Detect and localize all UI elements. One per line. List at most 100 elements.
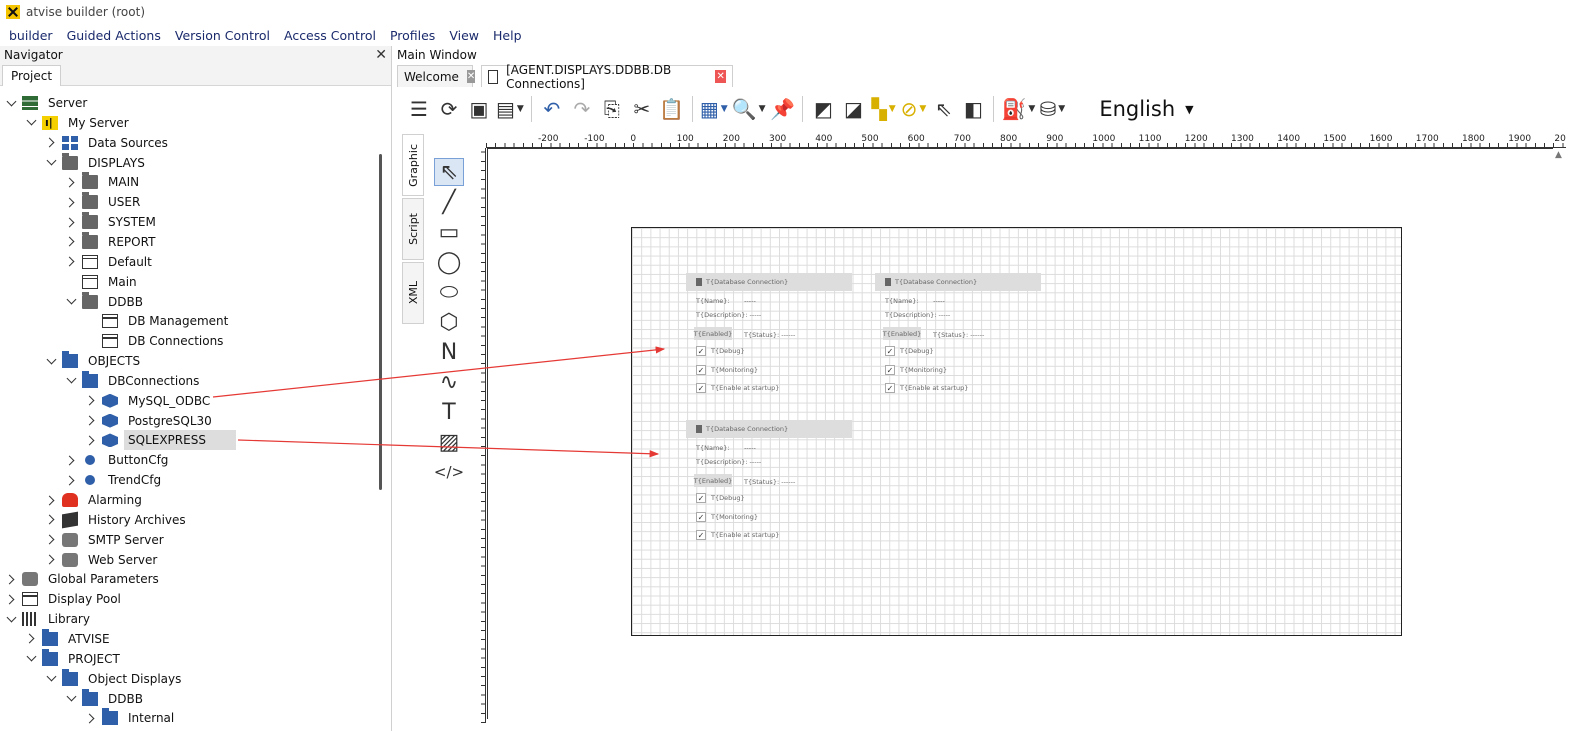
tree-item[interactable]: Global Parameters	[4, 569, 163, 589]
navigator-scrollbar[interactable]	[377, 92, 391, 731]
tree-item[interactable]: Default	[64, 252, 156, 272]
tab-db-connections[interactable]: [AGENT.DISPLAYS.DDBB.DB Connections] ✕	[481, 63, 733, 91]
monitoring-checkbox[interactable]: ✓ T{Monitoring}	[885, 365, 947, 375]
tree-item[interactable]: Library	[4, 609, 94, 629]
tree-item[interactable]: Display Pool	[4, 589, 125, 609]
tree-item[interactable]: SQLEXPRESS	[84, 430, 236, 451]
align-icon[interactable]: ☰	[406, 95, 432, 123]
document-menu-icon[interactable]: ▤ ▼	[496, 95, 524, 123]
chevron-right-icon[interactable]	[4, 569, 18, 589]
pin-icon[interactable]: 📌	[769, 95, 795, 123]
chevron-right-icon[interactable]	[64, 172, 78, 192]
fill-clear-icon[interactable]: ◪	[840, 95, 866, 123]
chevron-right-icon[interactable]	[64, 192, 78, 212]
tree-item[interactable]: My Server	[24, 113, 133, 133]
enabled-button[interactable]: T{Enabled}	[694, 327, 732, 340]
menu-builder[interactable]: builder	[2, 28, 60, 43]
chevron-right-icon[interactable]	[44, 550, 58, 570]
tree-item[interactable]: Data Sources	[44, 133, 172, 153]
cut-icon[interactable]: ✂	[629, 95, 655, 123]
chevron-right-icon[interactable]	[64, 470, 78, 490]
database-connection-object[interactable]: T{Database Connection} T{Name}: ----- T{De…	[686, 420, 852, 550]
startup-checkbox[interactable]: ✓ T{Enable at startup}	[696, 530, 779, 540]
debug-checkbox[interactable]: ✓ T{Debug}	[885, 346, 934, 356]
chevron-right-icon[interactable]	[64, 450, 78, 470]
circle-tool-icon[interactable]: ◯	[434, 248, 464, 276]
enabled-button[interactable]: T{Enabled}	[883, 327, 921, 340]
debug-checkbox[interactable]: ✓ T{Debug}	[696, 493, 745, 503]
zoom-icon[interactable]: 🔍 ▼	[732, 95, 766, 123]
tree-item[interactable]: DISPLAYS	[44, 152, 149, 173]
monitoring-checkbox[interactable]: ✓ T{Monitoring}	[696, 365, 758, 375]
tree-item[interactable]: Server	[4, 93, 91, 113]
grid-icon[interactable]: ▦ ▼	[700, 95, 728, 123]
pick-icon[interactable]: ⇖	[930, 95, 956, 123]
chevron-right-icon[interactable]	[64, 212, 78, 232]
tab-script[interactable]: Script	[402, 198, 424, 260]
tree-item[interactable]: ATVISE	[24, 628, 114, 649]
tree-item[interactable]: USER	[64, 192, 144, 212]
database-connection-object[interactable]: T{Database Connection} T{Name}: ----- T{De…	[875, 273, 1041, 403]
startup-checkbox[interactable]: ✓ T{Enable at startup}	[696, 383, 779, 393]
tab-xml[interactable]: XML	[402, 262, 424, 324]
polygon-tool-icon[interactable]: ⬡	[434, 308, 464, 336]
path-tool-icon[interactable]: ∿	[434, 368, 464, 396]
tree-item[interactable]: PostgreSQL30	[84, 411, 216, 431]
tree-item[interactable]: DDBB	[64, 688, 147, 709]
chevron-down-icon[interactable]	[64, 292, 78, 312]
chevron-down-icon[interactable]	[44, 351, 58, 371]
fill-icon[interactable]: ◩	[810, 95, 836, 123]
tree-item[interactable]: SYSTEM	[64, 212, 160, 232]
chevron-right-icon[interactable]	[84, 708, 98, 728]
image-tool-icon[interactable]: ▨	[434, 428, 464, 456]
tree-item[interactable]: History Archives	[44, 510, 190, 530]
tree-item[interactable]: DB Management	[84, 311, 232, 331]
paste-icon[interactable]: 📋	[659, 95, 685, 123]
menu-view[interactable]: View	[442, 28, 486, 43]
tree-item[interactable]: Object Displays	[44, 668, 185, 689]
chevron-right-icon[interactable]	[84, 411, 98, 431]
chevron-right-icon[interactable]	[44, 530, 58, 550]
tab-welcome[interactable]: Welcome ✕	[397, 65, 476, 87]
scrollbar-thumb[interactable]	[379, 154, 382, 490]
chevron-down-icon[interactable]	[64, 371, 78, 391]
tree-item[interactable]: Web Server	[44, 550, 161, 570]
menu-help[interactable]: Help	[486, 28, 529, 43]
chevron-right-icon[interactable]	[44, 133, 58, 153]
chevron-down-icon[interactable]	[44, 669, 58, 689]
no-fill-icon[interactable]: ⊘ ▼	[900, 95, 927, 123]
chevron-down-icon[interactable]	[44, 153, 58, 173]
tree-item[interactable]: PROJECT	[24, 648, 124, 669]
startup-checkbox[interactable]: ✓ T{Enable at startup}	[885, 383, 968, 393]
chevron-right-icon[interactable]	[24, 629, 38, 649]
chevron-right-icon[interactable]	[44, 510, 58, 530]
chevron-right-icon[interactable]	[84, 430, 98, 450]
undo-icon[interactable]: ↶	[539, 95, 565, 123]
tree-item[interactable]: Internal	[84, 708, 178, 728]
polyline-tool-icon[interactable]: N	[434, 338, 464, 366]
language-select[interactable]: English ▼	[1099, 97, 1193, 121]
copy-icon[interactable]: ⎘	[599, 95, 625, 123]
menu-access-control[interactable]: Access Control	[277, 28, 383, 43]
save-icon[interactable]: ▣	[466, 95, 492, 123]
close-icon[interactable]: ✕	[466, 70, 476, 83]
select-arrow-icon[interactable]: ⇖	[434, 158, 464, 186]
chevron-down-icon[interactable]	[24, 649, 38, 669]
line-tool-icon[interactable]: ╱	[434, 188, 464, 216]
code-tool-icon[interactable]: </>	[434, 458, 464, 486]
chevron-right-icon[interactable]	[64, 252, 78, 272]
chevron-down-icon[interactable]	[64, 689, 78, 709]
display-area[interactable]: T{Database Connection} T{Name}: ----- T{De…	[631, 227, 1402, 636]
ellipse-tool-icon[interactable]: ⬭	[434, 278, 464, 306]
database-icon[interactable]: ⛁ ▼	[1039, 95, 1065, 123]
chevron-right-icon[interactable]	[64, 232, 78, 252]
tree-item[interactable]: Main	[64, 272, 141, 292]
tree-item[interactable]: REPORT	[64, 231, 159, 252]
chevron-down-icon[interactable]	[4, 93, 18, 113]
chevron-right-icon[interactable]	[4, 589, 18, 609]
tree-item[interactable]: DBConnections	[64, 370, 203, 391]
tree-item[interactable]: Alarming	[44, 490, 146, 510]
chevron-right-icon[interactable]	[84, 391, 98, 411]
chevron-down-icon[interactable]	[4, 609, 18, 629]
tree-item[interactable]: DB Connections	[84, 331, 227, 351]
